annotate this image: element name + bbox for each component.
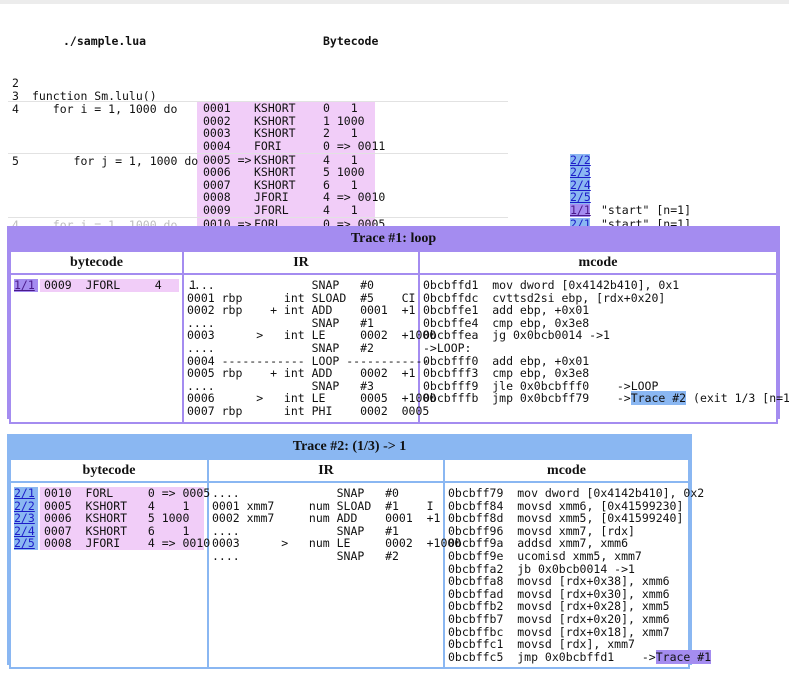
line-number: 4 xyxy=(12,102,19,117)
ir-line: .... SNAP #0 xyxy=(187,278,374,292)
trace-2-panel: Trace #2: (1/3) -> 1 bytecode IR mcode 2… xyxy=(7,434,712,670)
bytecode-pc: 0004 xyxy=(203,138,231,153)
trace-ref-link[interactable]: 1/1 xyxy=(14,279,38,292)
trace-bytecode-ins: 0006 KSHORT 5 1000 xyxy=(40,512,204,525)
trace-bytecode-row: 2/1 0010 FORL 0 => 0005 xyxy=(14,487,210,500)
trace-1-col-ir: IR xyxy=(182,250,420,275)
trace-link[interactable]: Trace #1 xyxy=(655,649,712,664)
source-row: 3 function Sm.lulu() xyxy=(8,89,508,103)
trace-2-col-bytecode: bytecode xyxy=(9,458,209,483)
empty-fill xyxy=(8,76,508,89)
trace-ref-link[interactable]: 1/1 xyxy=(570,204,591,217)
bytecode-op: JFORL xyxy=(254,202,289,217)
bytecode-args: 5 1000 xyxy=(323,165,365,180)
trace-1-mcode-cell: 0bcbffd1 mov dword [0x4142b410], 0x1 0bcb… xyxy=(418,273,789,424)
trace-ref-link[interactable]: 2/3 xyxy=(14,512,38,525)
bytecode-header: Bytecode xyxy=(323,34,379,48)
trace-bytecode-row: 2/5 0008 JFORI 4 => 0010 xyxy=(14,537,210,550)
trace-bytecode-row: 2/3 0006 KSHORT 5 1000 xyxy=(14,512,204,525)
trace-2-ir-cell: .... SNAP #0 0001 xmm7 num SLOAD #1 I 0002… xyxy=(207,480,461,670)
trace-2-col-ir: IR xyxy=(207,458,445,483)
bytecode-op: KSHORT xyxy=(254,101,296,116)
source-file-label: ./sample.lua xyxy=(63,34,147,48)
bytecode-args: 0 => 0011 xyxy=(323,138,386,153)
bytecode-args: 4 1 xyxy=(323,202,358,217)
mcode-line: 0bcbffe1 add ebp, +0x01 xyxy=(423,303,590,318)
trace-1-col-mcode: mcode xyxy=(418,250,778,275)
trace-1-panel: Trace #1: loop bytecode IR mcode 1/1 0009… xyxy=(7,226,789,424)
trace-2-bytecode-cell: 2/1 0010 FORL 0 => 0005 2/2 0005 KSHORT 4 1… xyxy=(9,480,210,670)
mcode-line: 0bcbfff3 cmp ebp, 0x3e8 xyxy=(423,366,590,381)
trace-ref-link[interactable]: 2/5 xyxy=(14,537,38,550)
mcode-line: 0bcbff9e ucomisd xmm5, xmm7 xyxy=(448,548,642,563)
mcode-line: 0bcbffc5 jmp 0x0bcbffd1 ->Trace #1 xyxy=(448,649,712,664)
mcode-line: 0bcbffb7 movsd [rdx+0x20], xmm6 xyxy=(448,611,670,626)
source-header: ./sample.lua Bytecode xyxy=(8,34,508,48)
trace-2-col-mcode: mcode xyxy=(443,458,690,483)
ir-line: .... SNAP #2 xyxy=(212,548,399,563)
line-number: 5 xyxy=(12,153,19,168)
trace-note: "start" [n=1] xyxy=(601,202,692,217)
trace-1-ir-cell: .... SNAP #0 0001 rbp int SLOAD #5 CI 0002… xyxy=(182,273,436,424)
ir-line: 0002 rbp + int ADD 0001 +1 xyxy=(187,303,416,318)
mcode-line: 0bcbffa8 movsd [rdx+0x38], xmm6 xyxy=(448,574,670,589)
top-strip xyxy=(0,0,789,4)
source-row: 4 for i = 1, 1000 do 0001 KSHORT 0 1 0002 KSH… xyxy=(8,101,508,153)
bytecode-pc: 0001 xyxy=(203,101,231,116)
trace-1-table: bytecode IR mcode 1/1 0009 JFORL 4 1 ....… xyxy=(9,250,789,424)
trace-1-title: Trace #1: loop xyxy=(9,228,778,250)
mcode-line: 0bcbff8d movsd xmm5, [0x41599240] xyxy=(448,511,684,526)
ir-line: 0002 xmm7 num ADD 0001 +1 xyxy=(212,511,441,526)
trace-2-table: bytecode IR mcode 2/1 0010 FORL 0 => 0005… xyxy=(9,458,712,670)
bytecode-line: 0009 JFORL 4 1 1/1 "start" [n=1] xyxy=(197,202,691,217)
trace-ref-link[interactable]: 2/3 xyxy=(570,166,591,179)
trace-ref-link[interactable]: 2/1 xyxy=(14,487,38,500)
bytecode-op: FORI xyxy=(254,138,282,153)
ir-line: 0005 rbp + int ADD 0002 +1 xyxy=(187,366,416,381)
trace-bytecode-ins: 0009 JFORL 4 1 xyxy=(40,279,196,292)
mcode-line: 0bcbff79 mov dword [0x4142b410], 0x2 xyxy=(448,486,705,500)
mcode-line: ->LOOP: xyxy=(423,340,472,355)
trace-1-bytecode-cell: 1/1 0009 JFORL 4 1 xyxy=(9,273,196,424)
trace-link[interactable]: Trace #2 xyxy=(630,391,687,406)
mcode-line: 0bcbfffb jmp 0x0bcbff79 ->Trace #2 (exit… xyxy=(423,391,789,406)
bytecode-pc: 0006 xyxy=(203,165,231,180)
bytecode-line: 0006 KSHORT 5 1000 2/3 xyxy=(197,165,591,180)
bytecode-args: 0 1 xyxy=(323,101,358,116)
trace-2-mcode-cell: 0bcbff79 mov dword [0x4142b410], 0x2 0bcb… xyxy=(443,480,712,670)
source-row: 5 for j = 1, 1000 do 0005 => KSHORT 4 1 2/2 0… xyxy=(8,152,691,217)
trace-2-title: Trace #2: (1/3) -> 1 xyxy=(9,436,690,458)
trace-bytecode-row: 1/1 0009 JFORL 4 1 xyxy=(14,279,196,292)
ir-line: .... SNAP #2 xyxy=(187,340,374,355)
mcode-line: 0bcbffea jg 0x0bcb0014 ->1 xyxy=(423,328,610,343)
ir-line: .... SNAP #0 xyxy=(212,486,399,500)
mcode-line: 0bcbffd1 mov dword [0x4142b410], 0x1 xyxy=(423,278,680,292)
mcode-line: 0bcbffc1 movsd [rdx], xmm7 xyxy=(448,637,635,652)
trace-1-col-bytecode: bytecode xyxy=(9,250,184,275)
trace-bytecode-ins: 0008 JFORI 4 => 0010 xyxy=(40,537,210,550)
ir-line: 0007 rbp int PHI 0002 0005 xyxy=(187,403,430,418)
source-code: for i = 1, 1000 do xyxy=(32,102,178,117)
bytecode-block: 0001 KSHORT 0 1 0002 KSHORT 1 1000 0003 KSHORT 2… xyxy=(197,102,385,153)
bytecode-pc: 0009 xyxy=(203,202,231,217)
bytecode-line: 0001 KSHORT 0 1 xyxy=(197,102,375,115)
source-code: for j = 1, 1000 do xyxy=(32,153,199,168)
bytecode-block: 0005 => KSHORT 4 1 2/2 0006 KSHORT 5 1000 2/3 00… xyxy=(197,153,691,217)
trace-bytecode-ins: 0010 FORL 0 => 0005 xyxy=(40,487,210,500)
bytecode-op: KSHORT xyxy=(254,165,296,180)
source-row: 2 xyxy=(8,76,508,90)
bytecode-line: 0004 FORI 0 => 0011 xyxy=(197,138,385,153)
